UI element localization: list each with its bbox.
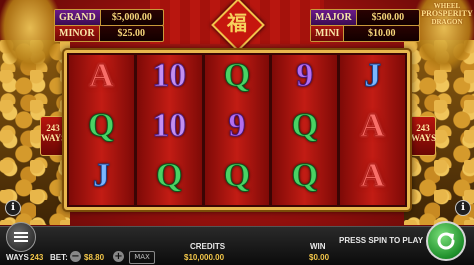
reel-symbol: A xyxy=(89,57,115,95)
reel-3: Q 9 Q xyxy=(204,55,270,205)
reel-2: 10 10 Q xyxy=(136,55,202,205)
reel-symbol: 10 xyxy=(152,107,187,145)
reel-symbol: A xyxy=(360,157,386,195)
bet-value: $8.80 xyxy=(84,253,105,262)
jackpot-major-label: MAJOR xyxy=(311,10,357,25)
reel-symbol: J xyxy=(364,57,382,95)
ways-badge-label: WAYS xyxy=(41,133,67,143)
reel-1: A Q J xyxy=(69,55,134,205)
spin-prompt: PRESS SPIN TO PLAY xyxy=(339,236,424,245)
credits-label: CREDITS xyxy=(190,242,226,251)
jackpot-minor-value: $25.00 xyxy=(117,28,146,39)
jackpot-minor: MINOR $25.00 xyxy=(54,25,164,42)
game-logo: WHEEL PROSPERITY DRAGON xyxy=(420,2,474,42)
reel-symbol: J xyxy=(92,157,110,195)
win-label: WIN xyxy=(310,242,326,251)
reel-symbol: 10 xyxy=(152,57,187,95)
ways-badge-number: 243 xyxy=(46,123,60,133)
info-icon[interactable]: ℹ xyxy=(5,200,21,216)
reel-4: 9 Q Q xyxy=(272,55,338,205)
reel-symbol: Q xyxy=(291,157,319,195)
reel-symbol: 9 xyxy=(296,57,314,95)
reel-5: J A A xyxy=(340,55,405,205)
ways-badge-left: 243 WAYS xyxy=(40,116,66,156)
jackpot-grand-label: GRAND xyxy=(55,10,101,25)
jackpot-major-value: $500.00 xyxy=(371,12,405,23)
spin-button[interactable] xyxy=(426,221,466,261)
logo-line-2: PROSPERITY xyxy=(421,9,473,18)
reel-symbol: Q xyxy=(223,57,251,95)
jackpot-grand-value: $5,000.00 xyxy=(111,12,152,23)
reel-symbol: A xyxy=(360,107,386,145)
ways-badge-number: 243 xyxy=(416,123,430,133)
reel-symbol: Q xyxy=(155,157,183,195)
reel-symbol: Q xyxy=(291,107,319,145)
reel-symbol: Q xyxy=(223,157,251,195)
jackpot-mini: MINI $10.00 xyxy=(310,25,420,42)
ways-badge-right: 243 WAYS xyxy=(410,116,436,156)
fortune-glyph: 福 xyxy=(227,11,247,35)
bet-label: BET: xyxy=(50,253,68,262)
info-icon[interactable]: ℹ xyxy=(455,200,471,216)
hamburger-icon-line xyxy=(14,236,28,238)
game-screen: 福 GRAND $5,000.00 MINOR $25.00 MAJOR $50… xyxy=(0,0,474,265)
reel-symbol: 9 xyxy=(228,107,246,145)
spin-arrow-icon xyxy=(437,232,455,250)
logo-line-3: DRAGON xyxy=(431,18,463,26)
hamburger-icon-line xyxy=(14,240,28,242)
bet-decrease-button[interactable]: − xyxy=(70,251,81,262)
win-value: $0.00 xyxy=(309,253,330,262)
max-bet-button[interactable]: MAX xyxy=(129,251,155,264)
jackpot-mini-value: $10.00 xyxy=(367,28,396,39)
ways-badge-label: WAYS xyxy=(411,133,437,143)
reel-symbol: Q xyxy=(88,107,115,145)
ways-label: WAYS xyxy=(6,253,29,262)
reel-grid: A Q J 10 10 Q Q 9 Q 9 Q Q J A A xyxy=(64,50,410,210)
jackpot-mini-label: MINI xyxy=(311,26,345,41)
jackpot-major: MAJOR $500.00 xyxy=(310,9,420,26)
ways-value: 243 xyxy=(30,253,44,262)
menu-button[interactable] xyxy=(6,222,36,252)
credits-value: $10,000.00 xyxy=(184,253,225,262)
left-dragon-ornament xyxy=(0,0,60,70)
jackpot-minor-label: MINOR xyxy=(55,26,100,41)
jackpot-grand: GRAND $5,000.00 xyxy=(54,9,164,26)
hamburger-icon xyxy=(14,232,28,234)
bet-increase-button[interactable]: + xyxy=(113,251,124,262)
